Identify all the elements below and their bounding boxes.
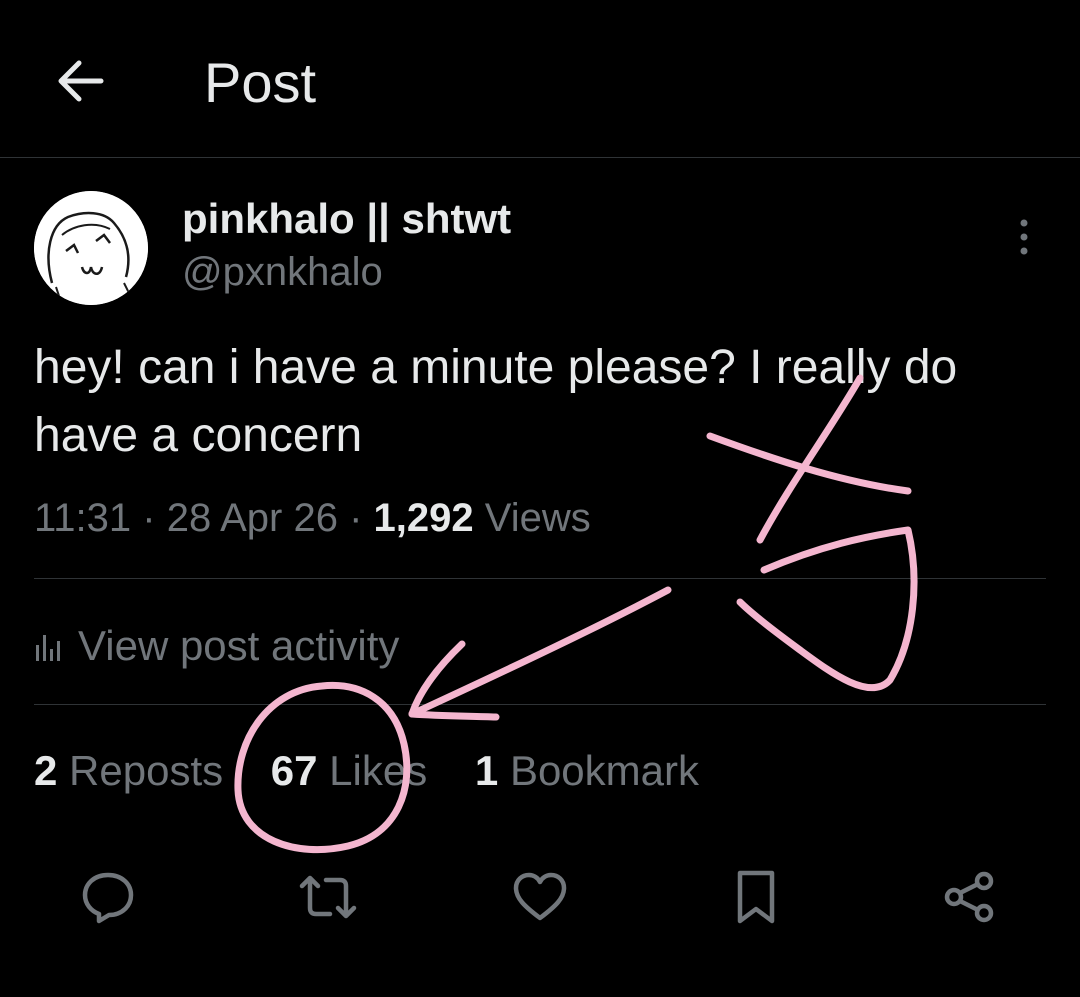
bookmark-icon xyxy=(737,870,775,924)
share-icon xyxy=(944,871,994,923)
bookmark-button[interactable] xyxy=(724,868,788,926)
post-text: hey! can i have a minute please? I reall… xyxy=(34,341,958,462)
likes-label: Likes xyxy=(329,747,428,794)
meta-separator: · xyxy=(349,496,374,540)
annotation-scribble-stroke xyxy=(736,526,918,692)
views-label: Views xyxy=(484,496,591,540)
divider xyxy=(34,578,1046,579)
reposts-stat[interactable]: 2 Reposts xyxy=(34,747,223,794)
repost-icon xyxy=(299,875,357,919)
avatar-drawing xyxy=(34,191,148,305)
meta-separator: · xyxy=(142,496,167,540)
reposts-count: 2 xyxy=(34,747,58,794)
annotation-arrow-head-b xyxy=(408,710,500,721)
more-options-button[interactable] xyxy=(1004,214,1044,260)
likes-stat[interactable]: 67 Likes xyxy=(271,747,427,794)
arrow-left-icon xyxy=(58,60,104,102)
author-display-name[interactable]: pinkhalo || shtwt xyxy=(182,196,511,242)
like-button[interactable] xyxy=(508,868,572,926)
reply-icon xyxy=(82,872,134,924)
post-time[interactable]: 11:31 xyxy=(34,496,131,540)
annotation-arrow-shaft xyxy=(408,586,672,718)
more-vertical-icon xyxy=(1020,219,1028,255)
repost-button[interactable] xyxy=(296,868,360,926)
engagement-stats: 2 Reposts 67 Likes 1 Bookmark xyxy=(34,745,735,797)
bookmarks-label: Bookmark xyxy=(509,747,699,794)
post-date[interactable]: 28 Apr 26 xyxy=(167,496,338,540)
likes-count: 67 xyxy=(270,747,318,794)
divider xyxy=(34,704,1046,705)
author-handle[interactable]: @pxnkhalo xyxy=(182,250,383,294)
reply-button[interactable] xyxy=(76,868,140,926)
page-title: Post xyxy=(204,51,317,114)
top-bar: Post xyxy=(0,0,1080,158)
share-button[interactable] xyxy=(938,868,1002,926)
back-button[interactable] xyxy=(52,56,108,106)
post-meta: 11:31 · 28 Apr 26 · 1,292 Views xyxy=(34,494,591,542)
bar-chart-icon xyxy=(36,635,60,661)
bookmarks-count: 1 xyxy=(474,747,499,794)
heart-icon xyxy=(513,872,567,921)
reposts-label: Reposts xyxy=(69,747,224,794)
view-post-activity-link[interactable]: View post activity xyxy=(34,620,399,672)
views-count: 1,292 xyxy=(373,496,474,540)
view-post-activity-label: View post activity xyxy=(78,622,400,669)
bookmarks-stat[interactable]: 1 Bookmark xyxy=(475,747,699,794)
avatar[interactable] xyxy=(34,191,148,305)
